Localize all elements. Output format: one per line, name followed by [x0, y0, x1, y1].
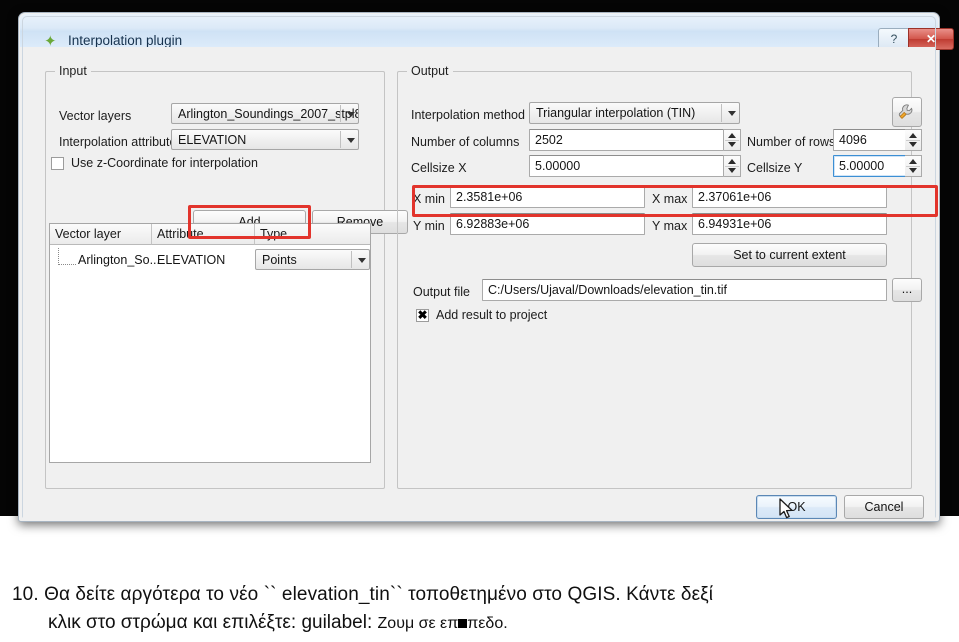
- vector-layers-value: Arlington_Soundings_2007_stpl83: [178, 107, 359, 121]
- stepper-divider: [906, 140, 920, 141]
- x-min-input[interactable]: 2.3581e+06: [450, 186, 645, 208]
- interpolation-attribute-label: Interpolation attribute: [59, 135, 177, 149]
- browse-output-file-button[interactable]: ...: [892, 278, 922, 302]
- page-background: [0, 516, 959, 580]
- output-file-label: Output file: [413, 285, 470, 299]
- set-to-current-extent-button[interactable]: Set to current extent: [692, 243, 887, 267]
- add-result-to-project-checkbox[interactable]: ✖: [416, 309, 429, 322]
- x-max-input[interactable]: 2.37061e+06: [692, 186, 887, 208]
- cell-type-combo[interactable]: Points: [255, 249, 370, 270]
- use-z-coordinate-checkbox[interactable]: [51, 157, 64, 170]
- stepper-up-icon[interactable]: [909, 159, 917, 164]
- y-max-input[interactable]: 6.94931e+06: [692, 213, 887, 235]
- interpolation-method-label: Interpolation method: [411, 108, 525, 122]
- stepper-divider: [725, 166, 739, 167]
- vector-layers-label: Vector layers: [59, 109, 132, 123]
- add-result-to-project-label: Add result to project: [436, 308, 548, 322]
- stepper-divider: [906, 166, 920, 167]
- tree-branch-icon: [58, 248, 76, 265]
- use-z-coordinate-label: Use z-Coordinate for interpolation: [71, 156, 258, 170]
- chevron-down-icon: [728, 111, 736, 116]
- table-header-type[interactable]: Type: [255, 224, 370, 245]
- stepper-divider: [725, 140, 739, 141]
- interpolation-plugin-window: ✦ Interpolation plugin ? ✕ Input Vector …: [18, 12, 954, 522]
- cellsize-x-label: Cellsize X: [411, 161, 467, 175]
- caption-line-2-lead: κλικ στο στρώμα και επιλέξτε: guilabel:: [48, 612, 378, 633]
- interpolation-method-value: Triangular interpolation (TIN): [536, 106, 696, 120]
- combo-separator: [721, 104, 722, 122]
- stepper-up-icon[interactable]: [728, 159, 736, 164]
- combo-separator: [351, 251, 352, 268]
- chevron-down-icon: [347, 111, 355, 117]
- number-of-columns-label: Number of columns: [411, 135, 520, 149]
- input-group-title: Input: [55, 64, 91, 78]
- mouse-cursor: [779, 498, 795, 522]
- caption-line-1: 10. Θα δείτε αργότερα το νέο `` elevatio…: [12, 584, 714, 605]
- combo-separator: [340, 131, 341, 148]
- number-of-rows-label: Number of rows: [747, 135, 836, 149]
- combo-separator: [340, 105, 341, 122]
- cell-attribute: ELEVATION: [157, 253, 226, 267]
- cell-type-value: Points: [262, 253, 297, 267]
- vector-layers-combo[interactable]: Arlington_Soundings_2007_stpl83: [171, 103, 359, 124]
- output-file-input[interactable]: C:/Users/Ujaval/Downloads/elevation_tin.…: [482, 279, 887, 301]
- window-titlebar[interactable]: ✦ Interpolation plugin ? ✕: [20, 14, 954, 50]
- layers-table[interactable]: Vector layer Attribute Type Arlington_So…: [49, 223, 371, 463]
- chevron-down-icon: [358, 257, 366, 263]
- number-of-rows-stepper[interactable]: [905, 129, 922, 151]
- interpolation-attribute-combo[interactable]: ELEVATION: [171, 129, 359, 150]
- cellsize-x-input[interactable]: 5.00000: [529, 155, 724, 177]
- stepper-down-icon[interactable]: [909, 142, 917, 147]
- number-of-columns-stepper[interactable]: [724, 129, 741, 151]
- stepper-up-icon[interactable]: [728, 133, 736, 138]
- interpolation-method-combo[interactable]: Triangular interpolation (TIN): [529, 102, 740, 124]
- cellsize-x-stepper[interactable]: [724, 155, 741, 177]
- missing-glyph-box: [458, 619, 468, 628]
- cellsize-y-stepper[interactable]: [905, 155, 922, 177]
- output-group-title: Output: [407, 64, 453, 78]
- caption-block: 10. Θα δείτε αργότερα το νέο `` elevatio…: [0, 584, 959, 642]
- wrench-icon: [898, 104, 913, 119]
- table-header-attribute[interactable]: Attribute: [152, 224, 255, 245]
- cancel-button[interactable]: Cancel: [844, 495, 924, 519]
- chevron-down-icon: [347, 137, 355, 143]
- cell-vector-layer: Arlington_So...: [78, 253, 160, 267]
- y-min-input[interactable]: 6.92883e+06: [450, 213, 645, 235]
- caption-line-2-guilabel-b: πεδο.: [467, 615, 508, 632]
- table-header-vector-layer[interactable]: Vector layer: [50, 224, 152, 245]
- window-title: Interpolation plugin: [68, 33, 183, 48]
- stepper-down-icon[interactable]: [909, 168, 917, 173]
- stepper-down-icon[interactable]: [728, 142, 736, 147]
- interpolation-attribute-value: ELEVATION: [178, 133, 247, 147]
- interpolation-settings-button[interactable]: [892, 97, 922, 127]
- y-min-label: Y min: [413, 219, 445, 233]
- number-of-columns-input[interactable]: 2502: [529, 129, 724, 151]
- stepper-down-icon[interactable]: [728, 168, 736, 173]
- x-max-label: X max: [652, 192, 688, 206]
- window-client-area: Input Vector layers Arlington_Soundings_…: [23, 47, 938, 519]
- stepper-up-icon[interactable]: [909, 133, 917, 138]
- ok-button[interactable]: OK: [756, 495, 837, 519]
- caption-line-2-guilabel-a: Ζουμ σε επ: [377, 615, 459, 632]
- cellsize-y-label: Cellsize Y: [747, 161, 803, 175]
- caption-line-2: κλικ στο στρώμα και επιλέξτε: guilabel: …: [48, 612, 508, 634]
- x-min-label: X min: [413, 192, 445, 206]
- y-max-label: Y max: [652, 219, 688, 233]
